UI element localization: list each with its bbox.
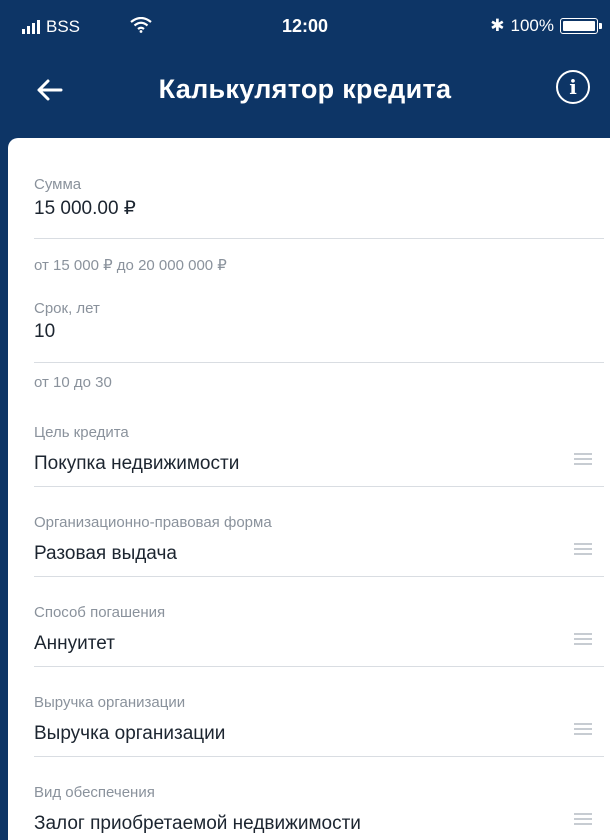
revenue-label: Выручка организации [34,694,186,711]
collateral-value: Залог приобретаемой недвижимости [34,813,361,834]
bluetooth-icon: ✱ [490,16,505,35]
list-icon [574,722,592,736]
repayment-label: Способ погашения [34,604,166,621]
amount-field[interactable]: Сумма 15 000.00 ₽ [34,176,604,239]
page-title: Калькулятор кредита [158,74,452,104]
revenue-select[interactable]: Выручка организации Выручка организации [34,694,604,757]
status-right: ✱ 100% [490,16,602,36]
revenue-value: Выручка организации [34,723,226,744]
collateral-select[interactable]: Вид обеспечения Залог приобретаемой недв… [34,784,604,835]
amount-label: Сумма [34,176,82,193]
info-icon[interactable]: i [556,70,590,104]
term-label: Срок, лет [34,300,100,317]
amount-value: 15 000.00 ₽ [34,198,136,219]
divider [34,362,604,363]
collateral-label: Вид обеспечения [34,784,155,801]
list-icon [574,812,592,826]
term-hint: от 10 до 30 [34,374,112,391]
legal-form-select[interactable]: Организационно-правовая форма Разовая вы… [34,514,604,577]
divider [34,238,604,239]
term-field[interactable]: Срок, лет 10 [34,300,604,363]
term-value: 10 [34,321,56,342]
legal-form-value: Разовая выдача [34,543,177,564]
battery-icon [560,18,602,34]
divider [34,576,604,577]
divider [34,756,604,757]
divider [34,666,604,667]
amount-hint: от 15 000 ₽ до 20 000 000 ₽ [34,257,227,274]
purpose-value: Покупка недвижимости [34,453,240,474]
purpose-select[interactable]: Цель кредита Покупка недвижимости [34,424,604,487]
list-icon [574,632,592,646]
purpose-label: Цель кредита [34,424,129,441]
repayment-select[interactable]: Способ погашения Аннуитет [34,604,604,667]
nav-bar: Калькулятор кредита i [0,56,610,126]
battery-percent: 100% [510,16,554,35]
status-bar: BSS 12:00 ✱ 100% [0,0,610,56]
repayment-value: Аннуитет [34,633,115,654]
legal-form-label: Организационно-правовая форма [34,514,272,531]
form-card: Сумма 15 000.00 ₽ от 15 000 ₽ до 20 000 … [8,138,610,840]
list-icon [574,452,592,466]
list-icon [574,542,592,556]
divider [34,486,604,487]
